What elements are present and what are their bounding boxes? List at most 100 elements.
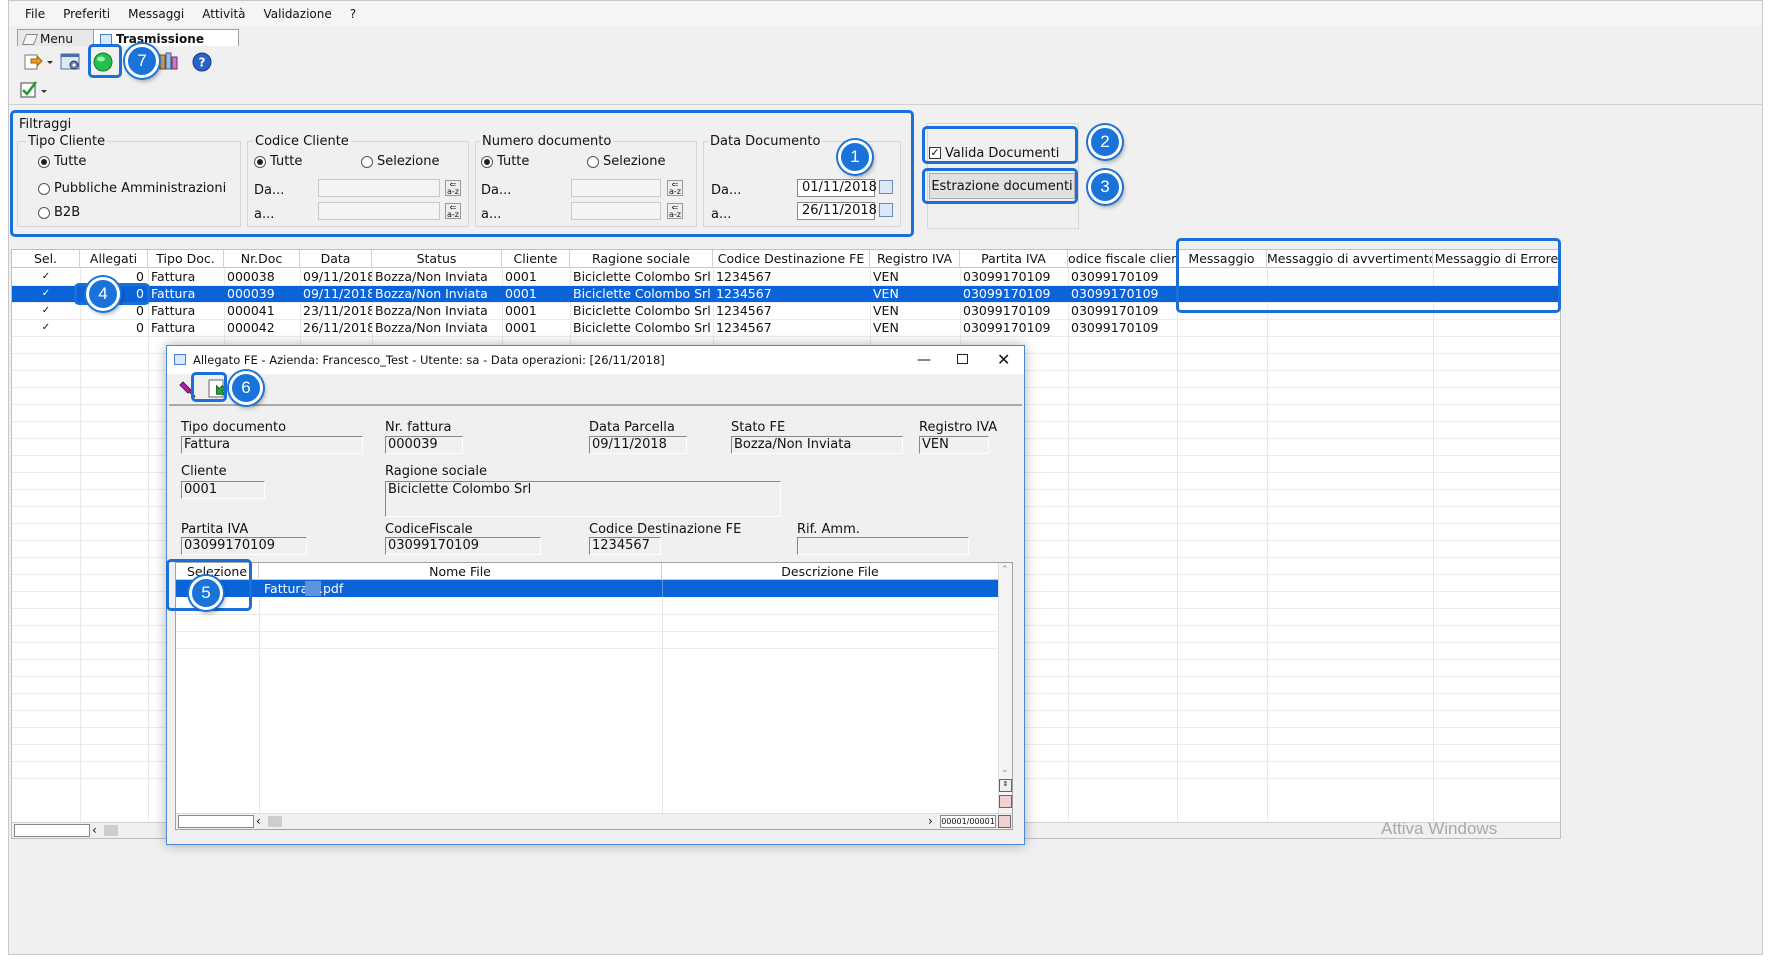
scroll-down-icon[interactable]: ⌄ xyxy=(1001,765,1009,775)
scroll-right-icon[interactable]: › xyxy=(928,814,933,828)
pin-icon[interactable] xyxy=(177,378,201,400)
ragione-sociale-field[interactable]: Biciclette Colombo Srl xyxy=(385,481,781,517)
cancel-record-icon[interactable] xyxy=(998,815,1011,828)
table-row[interactable]: ✓ 0 Fattura 000041 23/11/2018 Bozza/Non Invia… xyxy=(12,302,1560,319)
grid-col-header[interactable]: Messaggio xyxy=(1177,250,1267,268)
secondary-toolbar xyxy=(9,77,1762,105)
radio-codice-tutte[interactable]: Tutte xyxy=(254,154,302,169)
estrazione-button[interactable]: Estrazione documenti xyxy=(929,173,1075,199)
grid-col-header[interactable]: Registro IVA xyxy=(870,250,960,268)
attachments-grid[interactable]: Selezione Nome File Descrizione File Fat… xyxy=(175,562,1013,830)
filtraggi-title: Filtraggi xyxy=(19,117,72,132)
data-a-input[interactable]: 26/11/2018 xyxy=(797,202,877,220)
codice-fiscale-field[interactable]: 03099170109 xyxy=(385,537,541,555)
data-da-label: Da... xyxy=(711,183,742,198)
grid-col-header[interactable]: Tipo Doc. xyxy=(148,250,224,268)
table-row[interactable]: ✓ 0 Fattura 000039 09/11/2018 Bozza/Non Invia… xyxy=(12,285,1560,302)
grid-col-header[interactable]: odice fiscale client xyxy=(1068,250,1177,268)
grid-header: Sel. Allegati Tipo Doc. Nr.Doc Data Status Cli… xyxy=(12,250,1561,268)
radio-numero-selezione[interactable]: Selezione xyxy=(587,154,666,169)
attachments-header: Selezione Nome File Descrizione File xyxy=(176,563,998,581)
calendar-icon[interactable] xyxy=(879,203,893,217)
stato-fe-field[interactable]: Bozza/Non Inviata xyxy=(731,436,903,454)
az-picker-icon[interactable]: ⇐ a-z xyxy=(445,203,461,219)
callout-3: 3 xyxy=(1088,170,1122,204)
settings-form-icon[interactable] xyxy=(59,51,83,73)
numero-a-input[interactable] xyxy=(571,202,661,220)
radio-dot xyxy=(38,182,50,195)
attachment-row[interactable]: Fattura .pdf xyxy=(176,580,998,597)
menu-validazione[interactable]: Validazione xyxy=(258,7,344,21)
calendar-icon[interactable] xyxy=(879,180,893,194)
col-selezione[interactable]: Selezione xyxy=(176,563,259,581)
codice-da-input[interactable] xyxy=(318,179,440,197)
radio-numero-tutte[interactable]: Tutte xyxy=(481,154,529,169)
col-nome-file[interactable]: Nome File xyxy=(259,563,662,581)
grid-col-header[interactable]: Allegati xyxy=(80,250,148,268)
tools-icon[interactable] xyxy=(157,51,181,73)
scroll-thumb[interactable] xyxy=(268,816,282,827)
nr-fattura-field[interactable]: 000039 xyxy=(385,436,463,454)
partita-iva-field[interactable]: 03099170109 xyxy=(181,537,307,555)
help-icon[interactable]: ? xyxy=(190,51,214,73)
attachments-vscroll[interactable]: ⌃ ⌄ ⇕ xyxy=(998,563,1012,813)
menu-preferiti[interactable]: Preferiti xyxy=(57,7,122,21)
grid-col-header[interactable]: Status xyxy=(372,250,502,268)
scroll-left-icon[interactable]: ‹ xyxy=(256,814,261,828)
grid-cell-piva: 03099170109 xyxy=(963,286,1051,301)
codice-a-input[interactable] xyxy=(318,202,440,220)
grid-col-header[interactable]: Messaggio di Errore xyxy=(1433,250,1561,268)
grid-col-header[interactable]: Nr.Doc xyxy=(224,250,300,268)
green-light-icon[interactable] xyxy=(91,51,115,73)
menu-file[interactable]: File xyxy=(19,7,57,21)
dropdown-arrow-icon[interactable] xyxy=(45,51,55,73)
radio-tipo-pa[interactable]: Pubbliche Amministrazioni xyxy=(38,181,226,196)
grid-cell-tipo: Fattura xyxy=(151,303,196,318)
codice-destinazione-fe-field[interactable]: 1234567 xyxy=(589,537,661,555)
close-icon[interactable]: ✕ xyxy=(997,346,1010,374)
validate-dropdown-icon[interactable] xyxy=(39,80,49,102)
callout-1: 1 xyxy=(838,140,872,174)
grid-col-header[interactable]: Ragione sociale xyxy=(570,250,713,268)
data-da-input[interactable]: 01/11/2018 xyxy=(797,179,877,197)
scroll-up-icon[interactable]: ⌃ xyxy=(1001,565,1009,575)
tipo-documento-field[interactable]: Fattura xyxy=(181,436,363,454)
menu-attivita[interactable]: Attività xyxy=(196,7,257,21)
grid-col-header[interactable]: Cliente xyxy=(502,250,570,268)
menu-help[interactable]: ? xyxy=(344,7,368,21)
record-nav-icons[interactable] xyxy=(14,824,90,837)
numero-da-input[interactable] xyxy=(571,179,661,197)
menu-messaggi[interactable]: Messaggi xyxy=(122,7,196,21)
minimize-icon[interactable]: — xyxy=(917,346,931,374)
data-parcella-field[interactable]: 09/11/2018 xyxy=(589,436,687,454)
maximize-icon[interactable] xyxy=(957,354,968,364)
radio-tipo-tutte[interactable]: Tutte xyxy=(38,154,86,169)
spin-icon[interactable]: ⇕ xyxy=(999,779,1012,792)
record-nav-icons[interactable] xyxy=(178,815,254,828)
az-picker-icon[interactable]: ⇐ a-z xyxy=(445,180,461,196)
grid-col-header[interactable]: Sel. xyxy=(12,250,80,268)
export-file-icon[interactable] xyxy=(206,378,230,400)
grid-col-header[interactable]: Partita IVA xyxy=(960,250,1068,268)
cliente-field[interactable]: 0001 xyxy=(181,481,265,499)
scroll-thumb[interactable] xyxy=(104,825,118,836)
rif-amm-field[interactable] xyxy=(797,537,969,555)
grid-col-header[interactable]: Codice Destinazione FE xyxy=(713,250,870,268)
radio-label: Pubbliche Amministrazioni xyxy=(54,181,227,196)
radio-tipo-b2b[interactable]: B2B xyxy=(38,205,80,220)
radio-codice-selezione[interactable]: Selezione xyxy=(361,154,440,169)
delete-record-icon[interactable] xyxy=(999,795,1012,808)
grid-col-header[interactable]: Data xyxy=(300,250,372,268)
az-picker-icon[interactable]: ⇐ a-z xyxy=(667,203,683,219)
registro-iva-field[interactable]: VEN xyxy=(919,436,989,454)
col-descrizione-file[interactable]: Descrizione File xyxy=(662,563,998,581)
scroll-left-icon[interactable]: ‹ xyxy=(92,823,97,837)
valida-label: Valida Documenti xyxy=(945,146,1060,161)
table-row[interactable]: ✓ 0 Fattura 000042 26/11/2018 Bozza/Non Invia… xyxy=(12,319,1560,336)
grid-col-header[interactable]: Messaggio di avvertimento xyxy=(1267,250,1433,268)
attachments-hscroll[interactable]: ‹ › 00001/00001 xyxy=(176,813,1012,829)
valida-checkbox[interactable]: ✓ xyxy=(929,147,941,159)
table-row[interactable]: ✓ 0 Fattura 000038 09/11/2018 Bozza/Non Invia… xyxy=(12,268,1560,285)
new-document-icon[interactable] xyxy=(21,51,45,73)
az-picker-icon[interactable]: ⇐ a-z xyxy=(667,180,683,196)
